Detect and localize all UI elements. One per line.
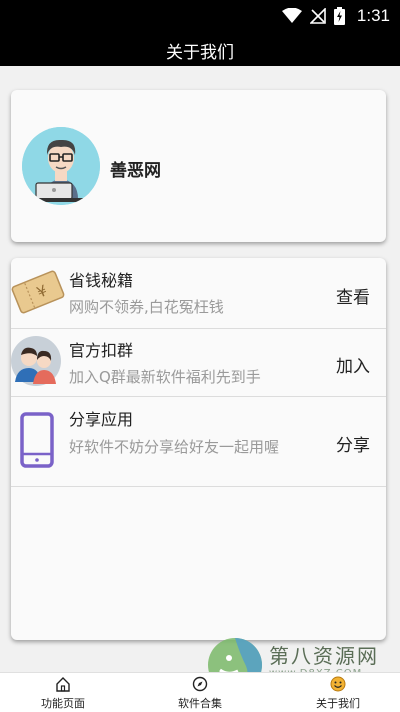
nav-function-page[interactable]: 功能页面 xyxy=(13,673,113,712)
wifi-icon xyxy=(281,8,302,23)
list-item-title: 分享应用 xyxy=(69,410,134,429)
share-button[interactable]: 分享 xyxy=(336,431,370,456)
group-avatar-icon xyxy=(11,336,61,386)
bottom-nav: 功能页面 软件合集 关于我们 xyxy=(0,672,400,712)
status-time: 1:31 xyxy=(356,6,390,25)
title-bar: 关于我们 xyxy=(0,34,400,66)
status-bar: 1:31 xyxy=(0,0,400,34)
page-title: 关于我们 xyxy=(166,42,234,63)
list-item-desc: 加入Q群最新软件福利先到手 xyxy=(69,368,261,386)
compass-icon xyxy=(192,676,208,692)
coupon-icon: ¥ xyxy=(11,270,65,314)
phone-icon xyxy=(20,412,54,468)
site-name: 善恶网 xyxy=(110,161,161,181)
profile-card: 善恶网 xyxy=(11,90,386,242)
nav-label: 关于我们 xyxy=(316,697,360,710)
view-button[interactable]: 查看 xyxy=(336,283,370,308)
list-item-desc: 好软件不妨分享给好友一起用喔 xyxy=(69,438,280,456)
action-list-card: ¥ 省钱秘籍 网购不领券,白花冤枉钱 查看 官方扣群 加入Q群最新软件福利先到手… xyxy=(11,258,386,640)
join-button[interactable]: 加入 xyxy=(336,352,370,377)
battery-charging-icon xyxy=(333,7,345,25)
developer-avatar-icon xyxy=(22,127,100,205)
watermark-title: 第八资源网 xyxy=(269,644,379,668)
list-item-share-app[interactable]: 分享应用 好软件不妨分享给好友一起用喔 分享 xyxy=(11,396,386,487)
smiley-icon xyxy=(330,676,346,692)
home-icon xyxy=(56,677,70,692)
nav-software-collection[interactable]: 软件合集 xyxy=(150,673,250,712)
nav-about-us[interactable]: 关于我们 xyxy=(288,673,388,712)
no-signal-icon xyxy=(309,8,326,24)
nav-label: 功能页面 xyxy=(41,697,85,710)
nav-label: 软件合集 xyxy=(178,697,222,710)
list-item-official-group[interactable]: 官方扣群 加入Q群最新软件福利先到手 加入 xyxy=(11,328,386,397)
list-item-save-money[interactable]: ¥ 省钱秘籍 网购不领券,白花冤枉钱 查看 xyxy=(11,258,386,329)
list-item-title: 官方扣群 xyxy=(69,341,134,360)
list-item-title: 省钱秘籍 xyxy=(69,271,134,290)
list-item-desc: 网购不领券,白花冤枉钱 xyxy=(69,298,224,316)
avatar xyxy=(22,127,100,205)
